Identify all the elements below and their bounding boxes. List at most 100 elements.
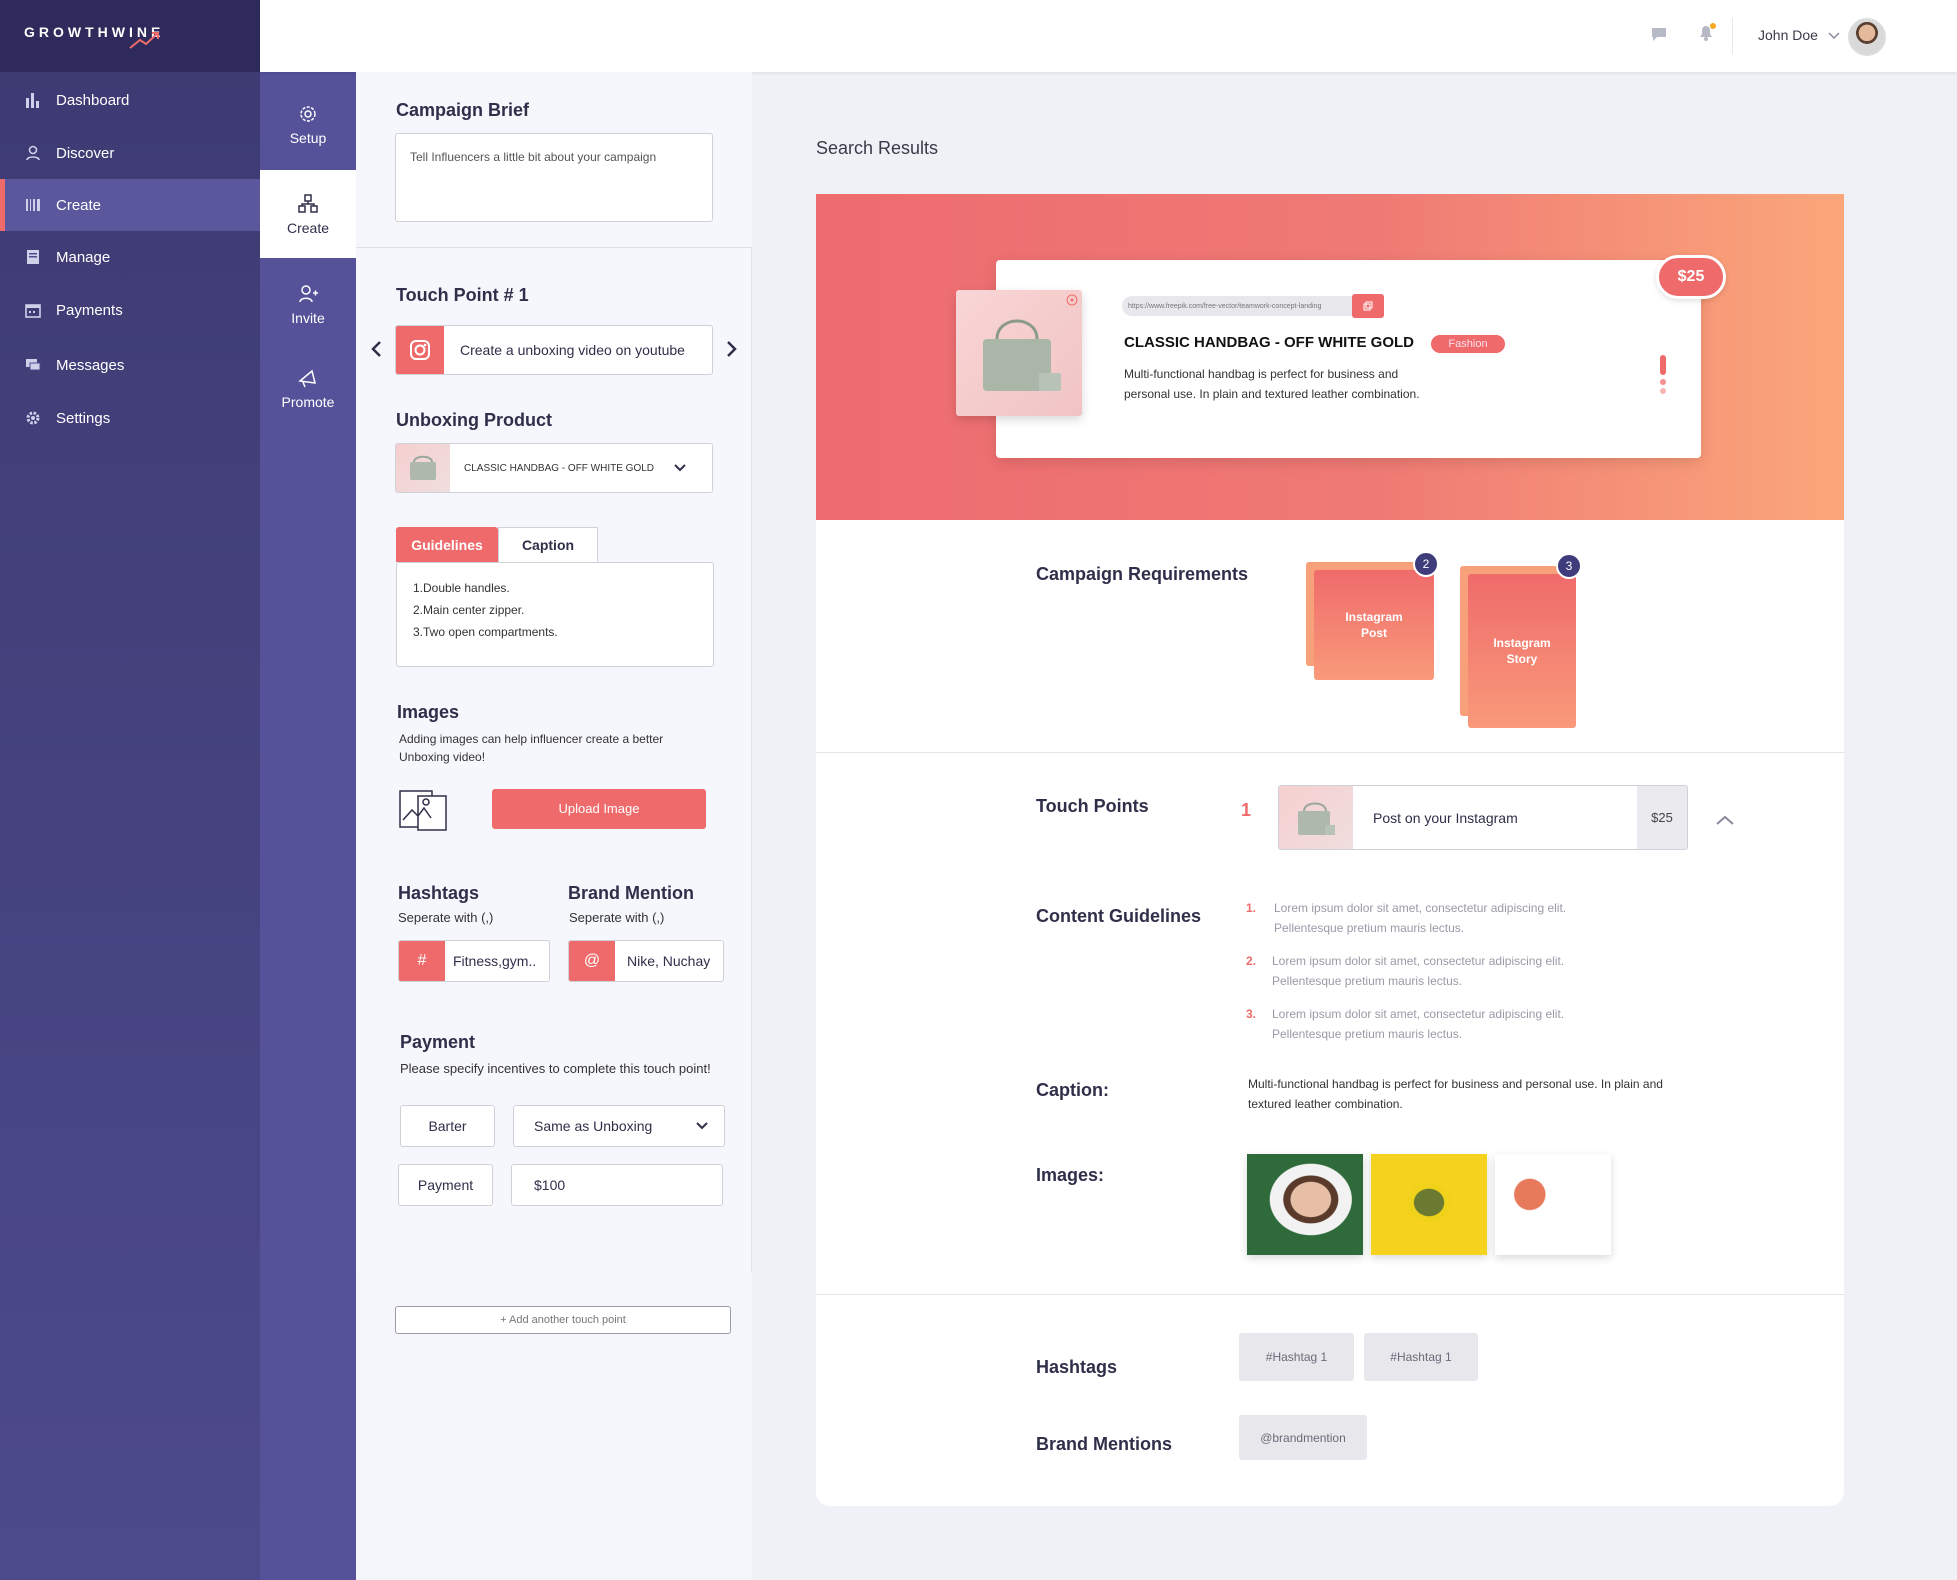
sidebar-item-dashboard[interactable]: Dashboard <box>0 74 260 126</box>
user-menu[interactable]: John Doe <box>1758 27 1840 43</box>
gallery-image-citrus[interactable] <box>1495 1154 1611 1255</box>
guideline-row: 3. Lorem ipsum dolor sit amet, consectetu… <box>1246 1004 1566 1044</box>
upload-label: Upload Image <box>558 801 640 816</box>
category-badge: Fashion <box>1431 335 1505 353</box>
add-touchpoint-button[interactable]: + Add another touch point <box>395 1306 731 1334</box>
product-name: CLASSIC HANDBAG - OFF WHITE GOLD <box>1124 334 1414 351</box>
price-label: $25 <box>1677 268 1705 285</box>
brand-mention-text: @brandmention <box>1260 1430 1346 1445</box>
guidelines-textarea[interactable]: 1.Double handles. 2.Main center zipper. … <box>396 562 714 667</box>
copy-url-button[interactable] <box>1352 294 1384 318</box>
unboxing-title: Unboxing Product <box>396 410 552 430</box>
guideline-text: Pellentesque pretium mauris lectus. <box>1272 1027 1463 1041</box>
chat-icon[interactable] <box>1650 25 1668 43</box>
brief-textarea[interactable]: Tell Influencers a little bit about your… <box>395 133 713 222</box>
barter-select-value: Same as Unboxing <box>534 1118 653 1134</box>
unboxing-product-select[interactable]: CLASSIC HANDBAG - OFF WHITE GOLD <box>395 443 713 493</box>
touchpoint-text: Post on your Instagram <box>1373 809 1518 826</box>
add-touchpoint-label: + Add another touch point <box>500 1314 626 1326</box>
url-text: https://www.freepik.com/free-vector/team… <box>1128 302 1322 310</box>
guideline-text: Lorem ipsum dolor sit amet, consectetur … <box>1272 1007 1565 1021</box>
images-label: Images: <box>1036 1165 1105 1185</box>
sidebar-item-messages[interactable]: Messages <box>0 339 260 391</box>
brand-mention-input[interactable]: @ Nike, Nuchay <box>568 940 724 982</box>
guideline-text: Lorem ipsum dolor sit amet, consectetur … <box>1272 954 1565 968</box>
product-card[interactable] <box>996 260 1701 458</box>
sidebar-item-label: Dashboard <box>56 91 130 109</box>
payment-help: Please specify incentives to complete th… <box>400 1061 711 1076</box>
touchpoint-title: Touch Point # 1 <box>396 285 529 305</box>
brand-mentions-label: Brand Mentions <box>1036 1434 1173 1454</box>
barter-button[interactable]: Barter <box>400 1105 495 1147</box>
images-title: Images <box>397 702 460 722</box>
description-line: personal use. In plain and textured leat… <box>1124 387 1420 401</box>
payment-amount: $100 <box>534 1177 566 1193</box>
sidebar-item-label: Payments <box>56 301 123 319</box>
barter-label: Barter <box>428 1118 467 1134</box>
info-icon[interactable] <box>1066 294 1078 306</box>
guideline-text: Lorem ipsum dolor sit amet, consectetur … <box>1274 901 1567 915</box>
instagram-icon <box>396 326 444 374</box>
chevron-up-icon[interactable] <box>1715 814 1735 826</box>
payment-title: Payment <box>400 1032 476 1052</box>
touchpoint-input[interactable]: Create a unboxing video on youtube <box>395 325 713 375</box>
subnav-item-create[interactable]: Create <box>260 170 356 258</box>
touchpoint-text: Create a unboxing video on youtube <box>460 342 685 358</box>
trend-arrow-icon <box>129 32 159 49</box>
sidebar-item-create[interactable]: Create <box>0 179 260 231</box>
product-image <box>956 290 1082 416</box>
brand-mention-value: Nike, Nuchay <box>627 953 711 969</box>
handbag-thumbnail <box>396 444 450 492</box>
sidebar-item-label: Messages <box>56 356 125 374</box>
sidebar-item-discover[interactable]: Discover <box>0 127 260 179</box>
tab-caption[interactable]: Caption <box>498 527 598 562</box>
brand-mention-chip[interactable]: @brandmention <box>1239 1415 1367 1460</box>
requirement-instagram-post[interactable]: Instagram Post <box>1314 570 1434 680</box>
upload-image-button[interactable]: Upload Image <box>492 789 706 829</box>
sidebar-item-manage[interactable]: Manage <box>0 231 260 283</box>
requirement-count-badge: 3 <box>1556 553 1582 579</box>
payment-amount-input[interactable]: $100 <box>511 1164 723 1206</box>
avatar[interactable] <box>1848 18 1886 56</box>
content-guidelines-list: 1. Lorem ipsum dolor sit amet, consectetu… <box>1246 898 1566 1044</box>
notification-bell-icon[interactable] <box>1696 22 1718 44</box>
product-url[interactable]: https://www.freepik.com/free-vector/team… <box>1122 296 1352 316</box>
calendar-icon <box>24 301 42 319</box>
subnav-item-promote[interactable]: Promote <box>260 344 356 432</box>
sidebar-item-settings[interactable]: Settings <box>0 392 260 444</box>
gear-icon <box>298 102 318 126</box>
chevron-right-icon[interactable] <box>724 340 738 358</box>
barter-select[interactable]: Same as Unboxing <box>513 1105 725 1147</box>
sidebar-item-label: Manage <box>56 248 111 266</box>
requirement-line: Story <box>1506 652 1538 666</box>
document-icon <box>24 248 42 266</box>
hashtag-chip[interactable]: #Hashtag 1 <box>1364 1333 1478 1381</box>
tab-label: Guidelines <box>411 536 483 553</box>
subnav-item-invite[interactable]: Invite <box>260 260 356 348</box>
requirement-count-badge: 2 <box>1413 551 1439 577</box>
tab-guidelines[interactable]: Guidelines <box>396 527 498 562</box>
logo[interactable]: GROWTHWINE <box>24 24 164 49</box>
description-line: Multi-functional handbag is perfect for … <box>1124 367 1399 381</box>
more-options-icon[interactable] <box>1660 355 1666 397</box>
hashtag-chip[interactable]: #Hashtag 1 <box>1239 1333 1354 1381</box>
payment-button[interactable]: Payment <box>398 1164 493 1206</box>
subnav-label: Create <box>286 220 330 236</box>
hashtags-label: Hashtags <box>1036 1357 1118 1377</box>
requirement-instagram-story[interactable]: Instagram Story <box>1468 574 1576 728</box>
guideline-row: 1. Lorem ipsum dolor sit amet, consectetu… <box>1246 898 1566 938</box>
brief-title: Campaign Brief <box>396 100 530 120</box>
gallery-image-portrait[interactable] <box>1247 1154 1363 1255</box>
sidebar-item-payments[interactable]: Payments <box>0 284 260 336</box>
subnav-item-setup[interactable]: Setup <box>260 80 356 168</box>
gallery-image-flowers[interactable] <box>1371 1154 1487 1255</box>
hashtags-input[interactable]: # Fitness,gym.. <box>398 940 550 982</box>
handbag-image <box>983 319 1061 391</box>
guideline-item: 3.Two open compartments. <box>413 625 558 639</box>
count-label: 2 <box>1422 557 1430 571</box>
requirement-line: Post <box>1360 626 1387 640</box>
brand-mention-help: Seperate with (,) <box>569 910 665 925</box>
chevron-left-icon[interactable] <box>370 340 384 358</box>
touchpoint-row[interactable]: Post on your Instagram $25 <box>1278 785 1688 850</box>
product-description: Multi-functional handbag is perfect for … <box>1124 364 1420 404</box>
